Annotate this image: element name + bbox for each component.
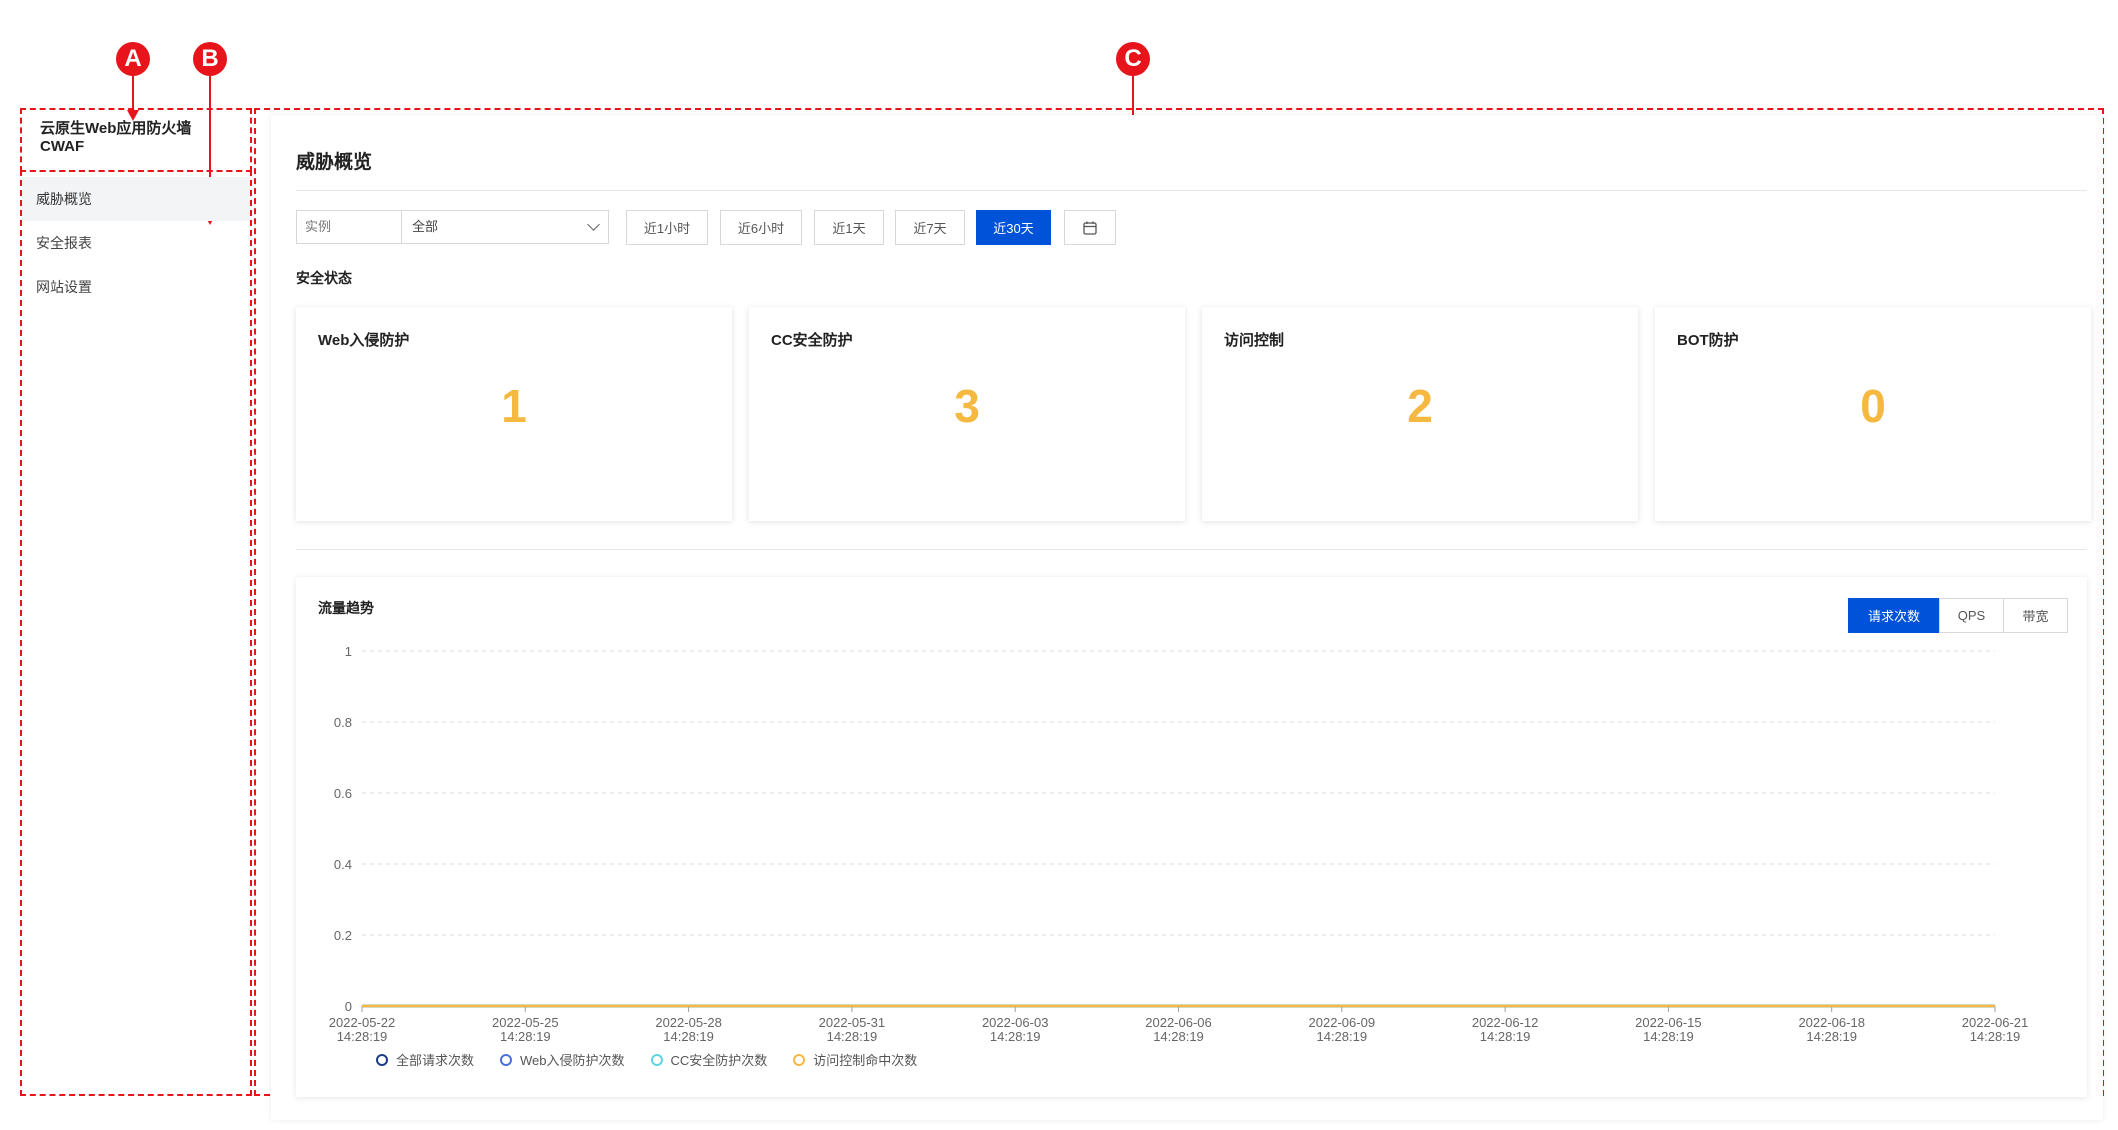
stat-card-web-intrusion: Web入侵防护 1: [296, 307, 732, 521]
callout-marker-a: A: [116, 42, 150, 76]
legend-dot: [650, 1053, 663, 1066]
title-divider: [296, 190, 2087, 191]
time-range-1d-button[interactable]: 近1天: [814, 210, 884, 245]
callout-a-arrow: [132, 76, 134, 112]
stat-card-bot-protection: BOT防护 0: [1655, 307, 2091, 521]
legend-item-web-intrusion[interactable]: Web入侵防护次数: [500, 1050, 625, 1069]
legend-label: Web入侵防护次数: [520, 1053, 625, 1068]
stat-card-value: 1: [501, 380, 527, 432]
sidebar-item-label: 安全报表: [36, 235, 92, 251]
stat-card-access-control: 访问控制 2: [1202, 307, 1638, 521]
legend-label: CC安全防护次数: [670, 1053, 768, 1068]
stat-card-label: CC安全防护: [771, 332, 853, 349]
traffic-trend-title: 流量趋势: [318, 600, 374, 616]
sidebar-item-security-report[interactable]: 安全报表: [22, 221, 250, 265]
page-title: 威胁概览: [296, 152, 373, 173]
legend-dot: [500, 1053, 513, 1066]
legend-label: 全部请求次数: [396, 1053, 475, 1068]
time-range-30d-button[interactable]: 近30天: [976, 210, 1051, 245]
chart-legend: 全部请求次数 Web入侵防护次数 CC安全防护次数 访问控制命中次数: [376, 1050, 917, 1069]
sidebar-item-threat-overview[interactable]: 威胁概览: [22, 177, 250, 221]
time-range-1h-button[interactable]: 近1小时: [626, 210, 708, 245]
legend-item-all-requests[interactable]: 全部请求次数: [376, 1050, 474, 1069]
stat-card-label: BOT防护: [1677, 332, 1739, 349]
section-divider: [296, 549, 2087, 550]
instance-label: 实例: [296, 210, 402, 244]
brand-line-1: 云原生Web应用防火墙: [40, 120, 192, 137]
callout-marker-b: B: [193, 42, 227, 76]
brand-line-2: CWAF: [40, 138, 85, 155]
calendar-button[interactable]: [1064, 210, 1116, 245]
brand-title: 云原生Web应用防火墙 CWAF: [40, 120, 240, 156]
stat-card-cc-protection: CC安全防护 3: [749, 307, 1185, 521]
legend-item-access-control-hits[interactable]: 访问控制命中次数: [793, 1050, 917, 1069]
stat-card-label: 访问控制: [1224, 332, 1285, 349]
legend-label: 访问控制命中次数: [813, 1053, 918, 1068]
callout-marker-c: C: [1116, 42, 1150, 76]
metric-tab-requests[interactable]: 请求次数: [1848, 598, 1940, 633]
legend-item-cc-protection[interactable]: CC安全防护次数: [650, 1050, 768, 1069]
time-range-7d-button[interactable]: 近7天: [895, 210, 965, 245]
time-range-6h-button[interactable]: 近6小时: [720, 210, 802, 245]
instance-select[interactable]: 全部: [401, 210, 609, 244]
stat-card-value: 2: [1407, 380, 1433, 432]
legend-dot: [376, 1053, 388, 1066]
chevron-down-icon: [587, 218, 600, 231]
metric-tab-bandwidth[interactable]: 带宽: [2003, 598, 2068, 633]
stat-card-value: 3: [954, 380, 980, 432]
sidebar-item-site-settings[interactable]: 网站设置: [22, 265, 250, 309]
sidebar-item-label: 威胁概览: [36, 191, 92, 207]
legend-dot: [793, 1053, 806, 1066]
security-status-title: 安全状态: [296, 270, 352, 286]
calendar-icon: [1083, 221, 1097, 235]
stat-card-label: Web入侵防护: [318, 332, 410, 349]
stat-card-value: 0: [1860, 380, 1886, 432]
metric-tab-qps[interactable]: QPS: [1939, 598, 2004, 633]
instance-select-value: 全部: [412, 219, 439, 234]
traffic-trend-card: [296, 577, 2087, 1097]
sidebar-item-label: 网站设置: [36, 279, 92, 295]
